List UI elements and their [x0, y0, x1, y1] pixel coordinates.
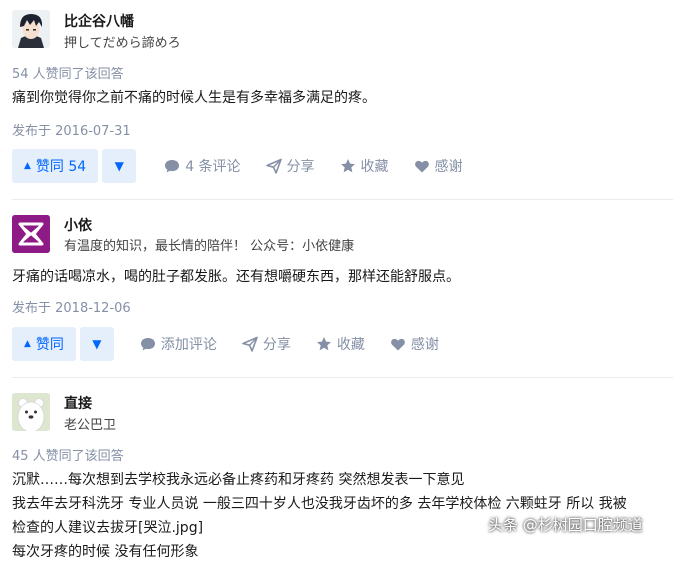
author-bio: 老公巴卫	[64, 418, 117, 433]
star-icon	[316, 337, 331, 351]
author-name[interactable]: 小依	[64, 215, 92, 235]
thanks-button[interactable]: 感谢	[390, 334, 439, 354]
comment-icon	[140, 338, 155, 351]
comment-label: 添加评论	[160, 337, 217, 353]
collect-button[interactable]: 收藏	[340, 156, 389, 176]
thanks-label: 感谢	[410, 337, 439, 353]
purple-logo-avatar-icon	[12, 215, 50, 253]
upvote-button[interactable]: ▲ 赞同 54	[12, 149, 99, 183]
share-label: 分享	[262, 337, 291, 353]
comment-button[interactable]: 添加评论	[140, 334, 217, 354]
author-name[interactable]: 直接	[64, 393, 92, 413]
content-line: 牙痛的话喝凉水，喝的肚子都发胀。还有想嚼硬东西，那样还能舒服点。	[12, 269, 460, 285]
divider	[12, 199, 673, 200]
comment-button[interactable]: 4 条评论	[164, 156, 241, 176]
answer-content: 痛到你觉得你之前不痛的时候人生是有多幸福多满足的疼。	[12, 86, 675, 110]
share-label: 分享	[286, 159, 315, 175]
publish-date[interactable]: 发布于 2018-12-06	[12, 297, 131, 316]
share-icon	[265, 158, 282, 174]
collect-button[interactable]: 收藏	[316, 334, 365, 354]
anime-boy-avatar-icon	[12, 10, 50, 48]
downvote-button[interactable]: ▼	[79, 327, 114, 361]
comment-label: 4 条评论	[185, 159, 241, 175]
upvote-button[interactable]: ▲ 赞同	[12, 327, 76, 361]
vote-count-text: 54 人赞同了该回答	[12, 67, 124, 82]
upvote-triangle-icon: ▲	[24, 161, 31, 171]
downvote-button[interactable]: ▼	[102, 149, 137, 183]
heart-icon	[414, 160, 429, 173]
collect-label: 收藏	[360, 159, 389, 175]
content-line: 每次牙疼的时候 没有任何形象	[12, 544, 199, 560]
answer-content: 牙痛的话喝凉水，喝的肚子都发胀。还有想嚼硬东西，那样还能舒服点。	[12, 265, 675, 289]
content-line: 沉默……每次想到去学校我永远必备止疼药和牙疼药 突然想发表一下意见	[12, 472, 465, 488]
thanks-button[interactable]: 感谢	[414, 156, 463, 176]
avatar[interactable]	[12, 10, 50, 48]
content-line: 痛到你觉得你之前不痛的时候人生是有多幸福多满足的疼。	[12, 90, 376, 106]
divider	[12, 377, 673, 378]
share-button[interactable]: 分享	[265, 156, 315, 176]
author-bio: 押してだめら諦めろ	[64, 36, 181, 51]
author-bio: 有温度的知识，最长情的陪伴！ 公众号：小依健康	[64, 239, 355, 254]
collect-label: 收藏	[336, 337, 365, 353]
author-name[interactable]: 比企谷八幡	[64, 11, 134, 31]
upvote-label: 赞同	[35, 337, 64, 353]
action-bar: ▲ 赞同 54 ▼ 4 条评论 分享 收藏 感谢	[12, 149, 463, 183]
heart-icon	[391, 338, 405, 351]
star-icon	[340, 159, 355, 173]
share-icon	[242, 336, 258, 352]
thanks-label: 感谢	[434, 159, 463, 175]
vote-count-text: 45 人赞同了该回答	[12, 449, 124, 464]
downvote-triangle-icon: ▼	[114, 159, 124, 173]
upvote-triangle-icon: ▲	[24, 339, 31, 349]
avatar[interactable]	[12, 215, 50, 253]
action-bar: ▲ 赞同 ▼ 添加评论 分享 收藏 感谢	[12, 327, 439, 361]
downvote-triangle-icon: ▼	[92, 337, 102, 351]
avatar[interactable]	[12, 393, 50, 431]
watermark-text: 头条 @杉树园口腔频道	[488, 516, 643, 534]
content-line: 我去年去牙科洗牙 专业人员说 一般三四十岁人也没我牙齿坏的多 去年学校体检 六颗…	[12, 496, 627, 512]
upvote-label: 赞同 54	[35, 159, 87, 175]
bear-avatar-icon	[12, 393, 50, 431]
publish-date[interactable]: 发布于 2016-07-31	[12, 120, 131, 139]
comment-icon	[165, 160, 180, 173]
share-button[interactable]: 分享	[242, 334, 291, 354]
